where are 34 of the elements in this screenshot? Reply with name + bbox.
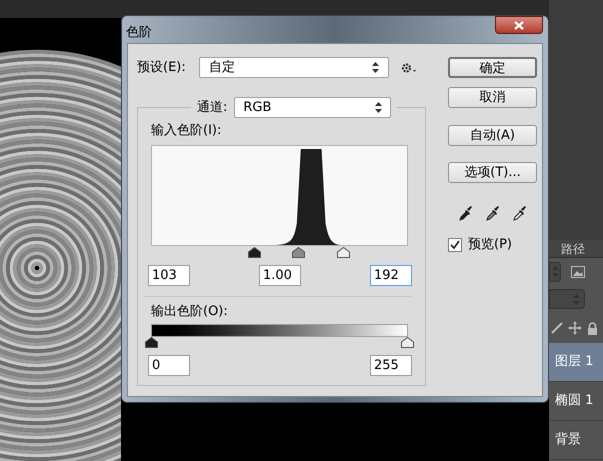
eyedropper-icon[interactable] <box>512 205 526 221</box>
output-levels-label: 输出色阶(O): <box>151 302 229 320</box>
close-button[interactable] <box>495 16 543 34</box>
layer-row[interactable]: 图层 1 <box>549 343 603 382</box>
slider-handle[interactable] <box>400 337 414 348</box>
dialog-button[interactable]: 确定 <box>448 57 537 78</box>
dialog-button[interactable]: 自动(A) <box>448 125 537 146</box>
spin-arrows-icon <box>375 102 382 113</box>
dialog-button[interactable]: 选项(T)... <box>448 162 537 183</box>
spin-arrows-icon <box>372 62 379 73</box>
eyedropper-icon[interactable] <box>458 205 472 221</box>
lock-icon[interactable] <box>587 322 598 334</box>
move-icon[interactable] <box>568 321 582 335</box>
preview-label: 预览(P) <box>468 236 512 254</box>
level-input-field[interactable]: 0 <box>148 355 190 376</box>
dialog-button[interactable]: 取消 <box>448 87 537 108</box>
image-icon[interactable] <box>571 266 585 278</box>
preview-checkbox[interactable] <box>448 238 462 252</box>
settings-icon[interactable] <box>401 62 417 74</box>
channel-dropdown[interactable]: RGB <box>234 97 392 118</box>
level-input-field[interactable]: 255 <box>370 355 412 376</box>
level-input-field[interactable]: 1.00 <box>259 264 301 286</box>
level-input-field[interactable]: 103 <box>148 264 190 286</box>
window-title: 色阶 <box>126 24 152 42</box>
preset-label: 预设(E): <box>137 58 187 77</box>
checkmark-icon <box>450 240 460 250</box>
level-input-field[interactable]: 192 <box>370 264 412 286</box>
close-icon <box>514 20 524 30</box>
slider-handle[interactable] <box>144 337 158 348</box>
eyedropper-icon[interactable] <box>486 205 500 221</box>
preset-dropdown[interactable]: 自定 <box>199 57 389 78</box>
brush-icon[interactable] <box>551 322 563 334</box>
channel-label: 通道: <box>197 98 228 117</box>
input-levels-label: 输入色阶(I): <box>151 122 222 140</box>
